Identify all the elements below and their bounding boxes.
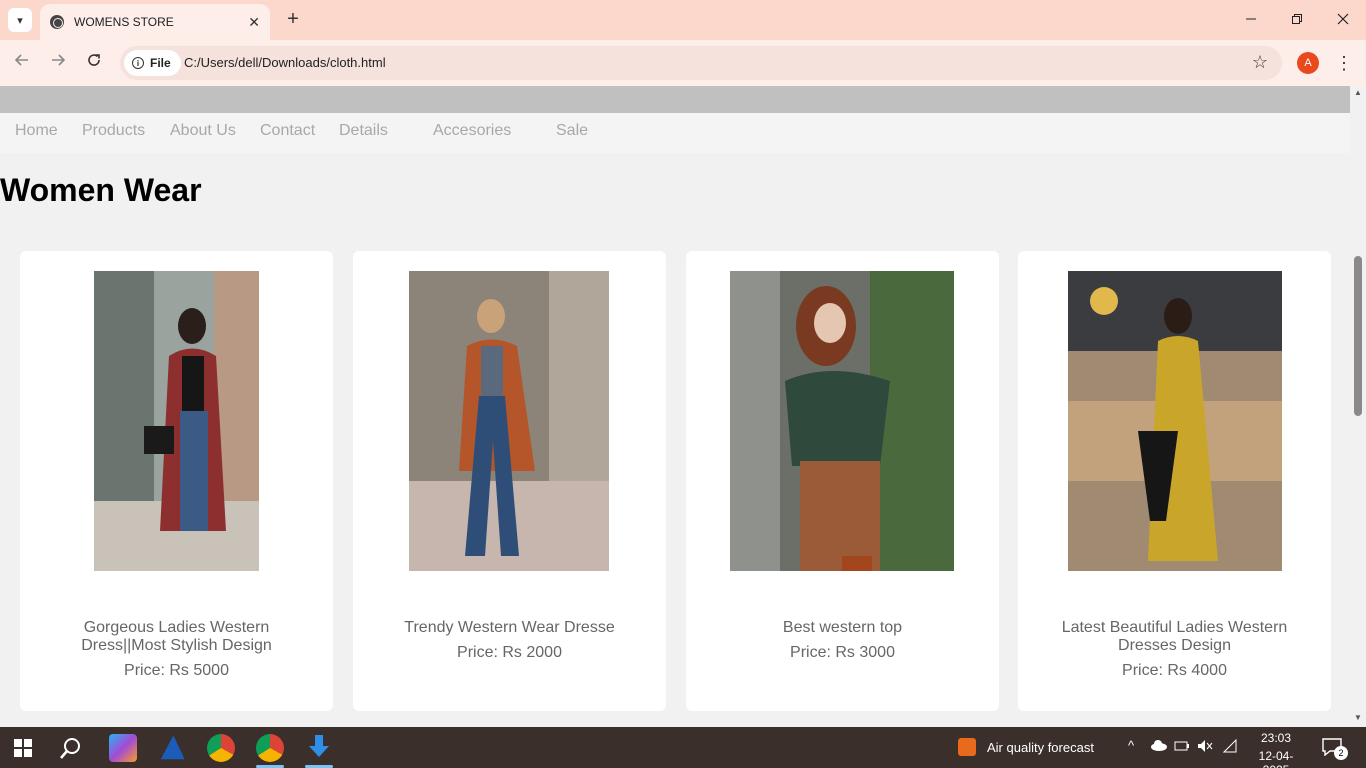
start-button[interactable] <box>14 739 32 762</box>
vertical-scrollbar[interactable]: ▲ ▼ <box>1350 86 1366 727</box>
restore-button[interactable] <box>1282 8 1312 32</box>
nav-link-home[interactable]: Home <box>15 122 58 140</box>
tab-search-dropdown[interactable]: ▾ <box>8 8 32 32</box>
site-navbar: Home Products About Us Contact Details A… <box>0 113 1350 153</box>
tab-title: WOMENS STORE <box>74 15 174 29</box>
product-name: Trendy Western Wear Dresse <box>404 619 615 636</box>
product-name: Best western top <box>782 619 903 636</box>
show-hidden-icons[interactable]: ^ <box>1128 738 1134 758</box>
downloads-button[interactable] <box>308 735 330 764</box>
nav-link-products[interactable]: Products <box>82 122 145 140</box>
app-icon[interactable] <box>160 735 185 760</box>
clock[interactable]: 23:03 12-04-2025 <box>1246 727 1306 768</box>
scroll-down-icon[interactable]: ▼ <box>1353 713 1363 722</box>
clock-date: 12-04-2025 <box>1258 749 1294 768</box>
page-title: Women Wear <box>0 172 202 208</box>
product-price: Price: Rs 5000 <box>124 662 229 679</box>
new-tab-button[interactable]: + <box>282 8 304 32</box>
reload-icon <box>88 54 100 66</box>
forward-arrow-icon <box>52 54 66 66</box>
chrome-active-icon[interactable] <box>256 734 284 762</box>
onedrive-cloud-icon[interactable] <box>1150 739 1168 755</box>
close-icon <box>1337 13 1349 25</box>
product-price: Price: Rs 3000 <box>790 644 895 661</box>
browser-menu-icon[interactable]: ⋮ <box>1334 50 1354 76</box>
speaker-muted-icon[interactable] <box>1197 739 1213 755</box>
weather-text: Air quality forecast <box>987 740 1094 755</box>
bookmark-star-icon[interactable]: ☆ <box>1252 52 1268 73</box>
chevron-down-icon: ▾ <box>17 14 23 27</box>
omnibox[interactable]: i File C:/Users/dell/Downloads/cloth.htm… <box>120 46 1282 80</box>
search-icon <box>60 738 80 759</box>
nav-link-about[interactable]: About Us <box>170 122 236 140</box>
forward-button[interactable] <box>46 51 70 75</box>
product-image[interactable] <box>1068 271 1282 571</box>
scroll-up-icon[interactable]: ▲ <box>1353 88 1363 97</box>
scrollbar-thumb[interactable] <box>1354 256 1362 416</box>
minimize-icon <box>1246 18 1256 20</box>
product-image[interactable] <box>409 271 609 571</box>
taskbar: Air quality forecast ^ 23:03 12-04-2025 … <box>0 727 1366 768</box>
minimize-button[interactable] <box>1236 8 1266 32</box>
site-info-chip[interactable]: i File <box>124 50 181 76</box>
windows-logo-icon <box>14 739 32 757</box>
product-card[interactable]: Latest Beautiful Ladies Western Dresses … <box>1018 251 1331 711</box>
address-toolbar: i File C:/Users/dell/Downloads/cloth.htm… <box>0 40 1366 86</box>
tab-close-icon[interactable]: ✕ <box>248 14 260 31</box>
nav-link-contact[interactable]: Contact <box>260 122 315 140</box>
globe-icon <box>50 15 64 29</box>
reload-button[interactable] <box>82 51 106 75</box>
product-card[interactable]: Best western top Price: Rs 3000 <box>686 251 999 711</box>
close-window-button[interactable] <box>1328 8 1358 32</box>
product-card[interactable]: Trendy Western Wear Dresse Price: Rs 200… <box>353 251 666 711</box>
browser-tab-strip: ▾ WOMENS STORE ✕ + <box>0 0 1366 40</box>
nav-link-sale[interactable]: Sale <box>556 122 588 140</box>
battery-icon[interactable] <box>1174 740 1190 754</box>
copilot-icon[interactable] <box>109 734 137 762</box>
product-image[interactable] <box>94 271 259 571</box>
file-chip-label: File <box>150 56 171 70</box>
product-price: Price: Rs 4000 <box>1122 662 1227 679</box>
product-price: Price: Rs 2000 <box>457 644 562 661</box>
notifications-button[interactable]: 2 <box>1322 738 1348 760</box>
profile-avatar[interactable]: A <box>1297 52 1319 74</box>
download-arrow-icon <box>309 735 329 757</box>
nav-link-details[interactable]: Details <box>339 122 388 140</box>
url-text[interactable]: C:/Users/dell/Downloads/cloth.html <box>184 55 386 70</box>
product-image[interactable] <box>730 271 954 571</box>
product-name: Latest Beautiful Ladies Western Dresses … <box>1061 619 1288 654</box>
clock-time: 23:03 <box>1260 731 1292 745</box>
nav-link-accessories[interactable]: Accesories <box>433 122 511 140</box>
search-button[interactable] <box>60 737 82 764</box>
weather-widget[interactable]: Air quality forecast <box>958 727 1108 768</box>
chrome-icon[interactable] <box>207 734 235 762</box>
notification-badge: 2 <box>1334 746 1348 760</box>
product-name: Gorgeous Ladies Western Dress||Most Styl… <box>81 619 272 654</box>
info-icon: i <box>132 57 144 69</box>
page-viewport: Home Products About Us Contact Details A… <box>0 86 1350 727</box>
back-arrow-icon <box>14 54 28 66</box>
back-button[interactable] <box>10 51 34 75</box>
air-quality-icon <box>958 738 976 756</box>
header-strip <box>0 86 1350 113</box>
product-card[interactable]: Gorgeous Ladies Western Dress||Most Styl… <box>20 251 333 711</box>
wifi-icon[interactable] <box>1222 738 1238 755</box>
browser-tab[interactable]: WOMENS STORE ✕ <box>40 4 270 40</box>
restore-icon <box>1292 14 1302 24</box>
